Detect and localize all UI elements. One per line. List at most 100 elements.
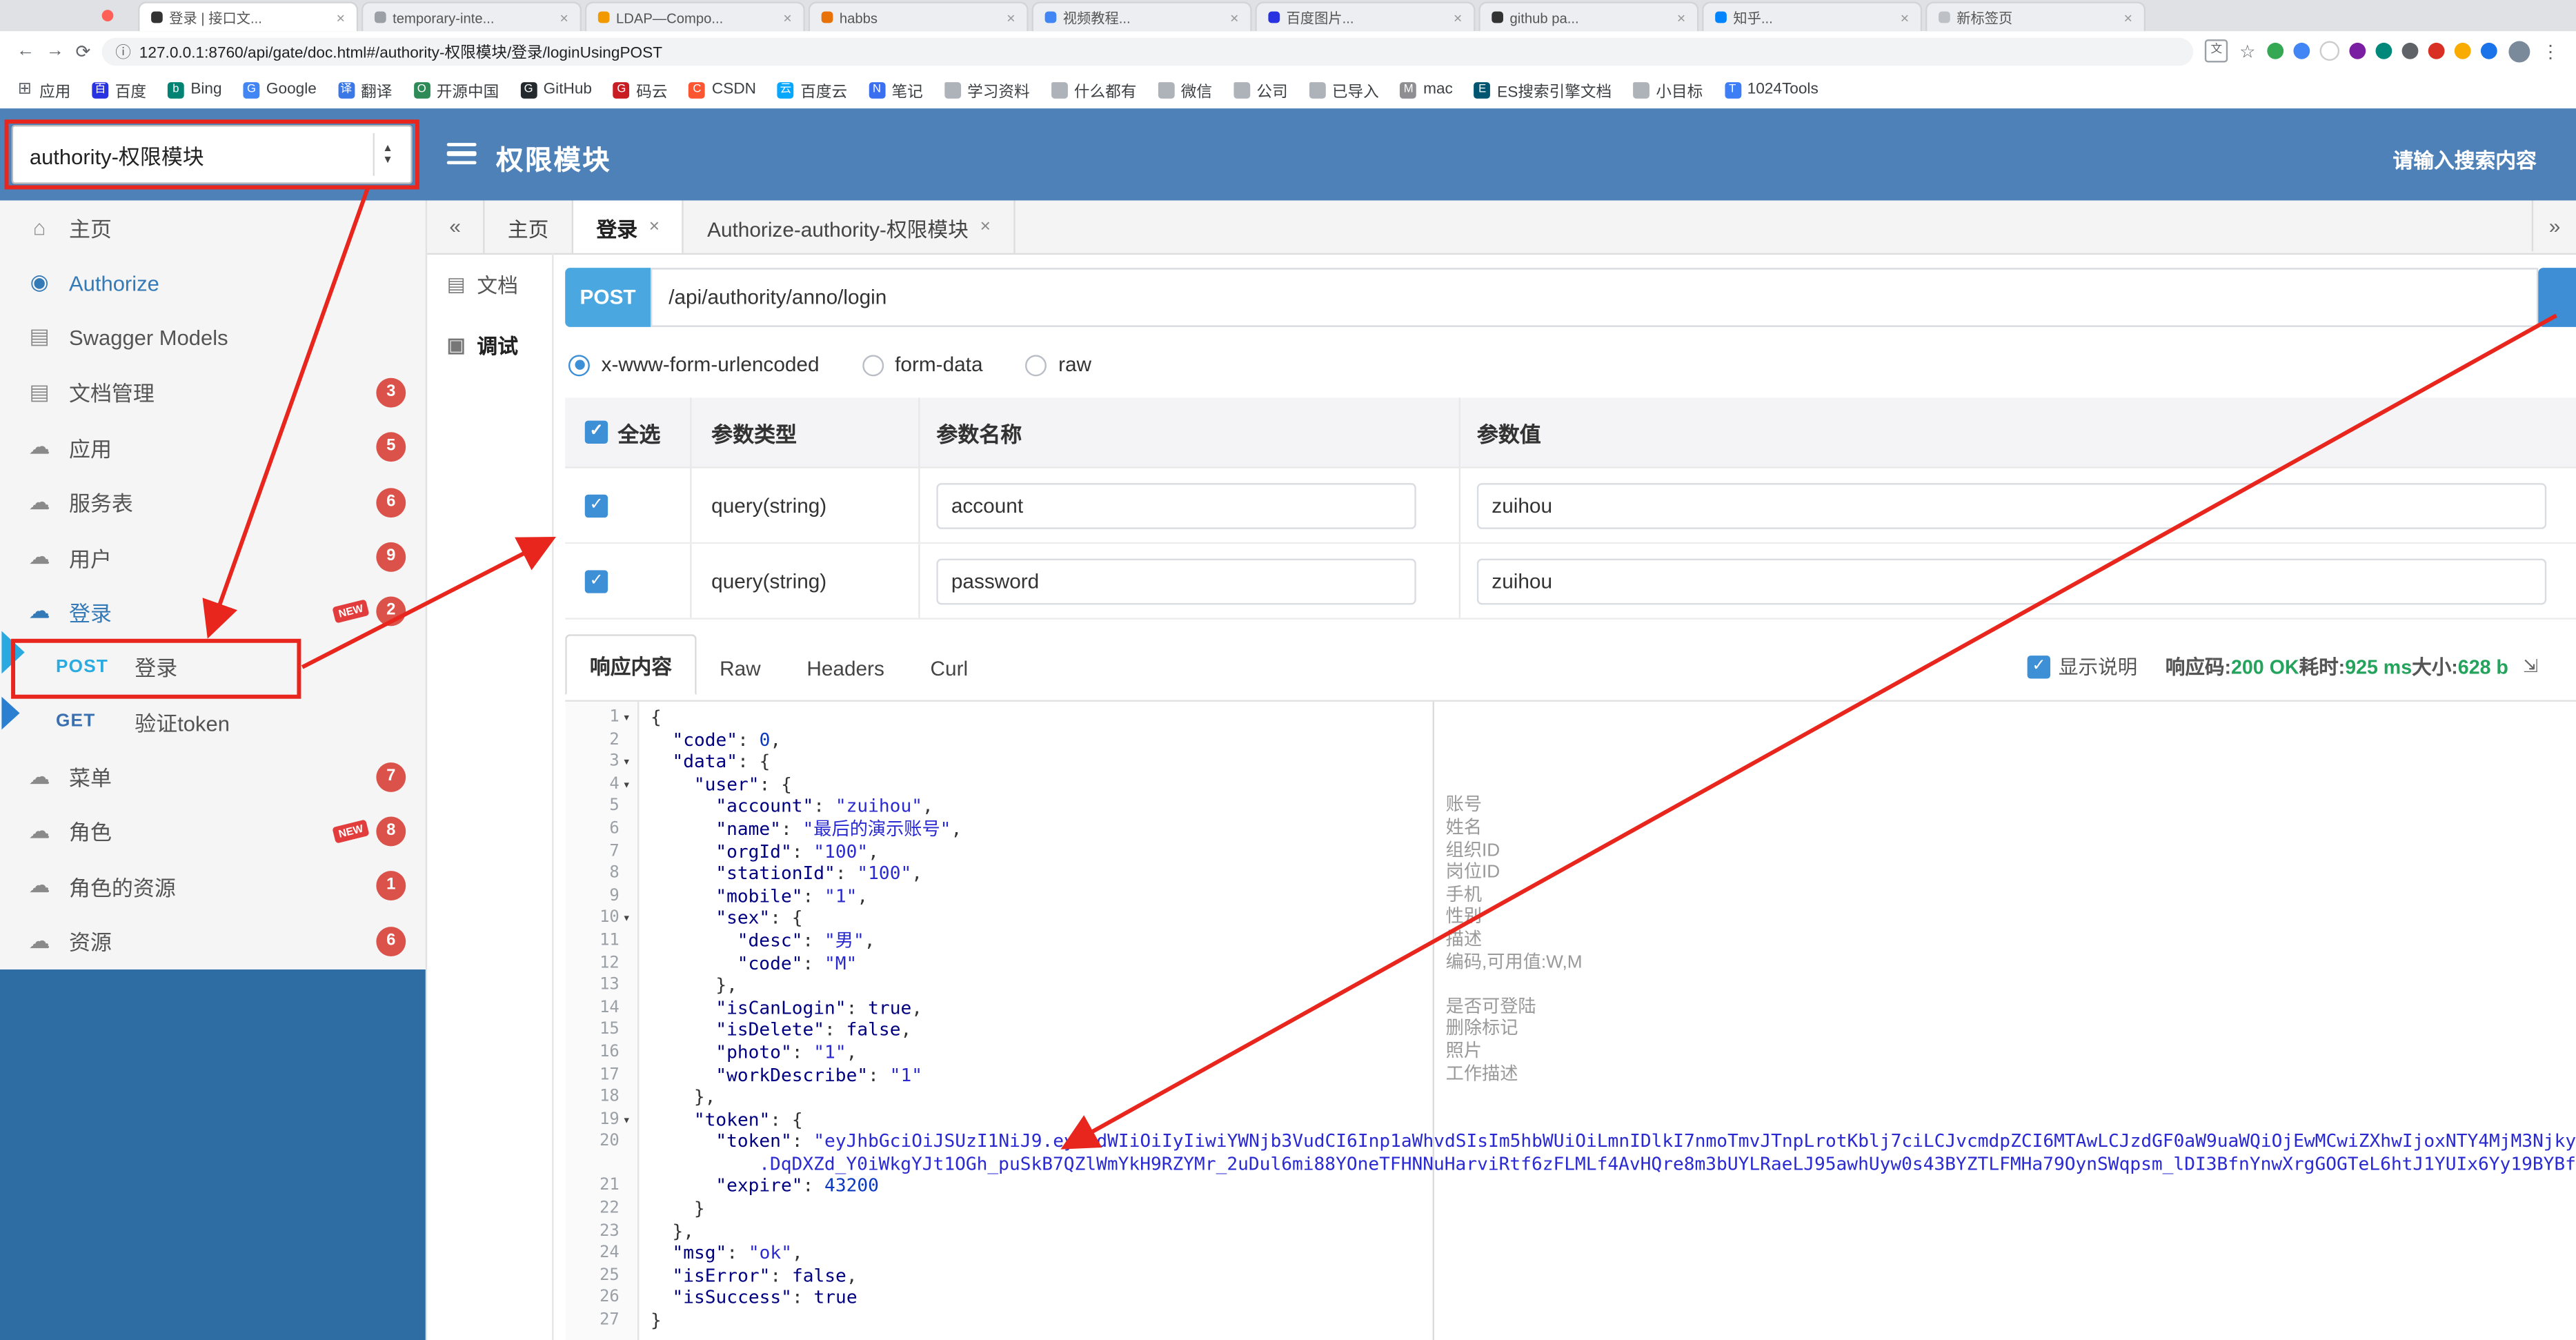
tab-close-icon[interactable]: × (649, 217, 660, 237)
tab-close-icon[interactable]: × (559, 9, 568, 26)
param-name-input[interactable] (936, 558, 1416, 604)
extension-icon[interactable] (2349, 42, 2366, 59)
content-tab-Authorize-authority-权限模块[interactable]: Authorize-authority-权限模块 × (684, 200, 1015, 253)
response-tab-Raw[interactable]: Raw (697, 644, 784, 693)
sidebar-item-Authorize[interactable]: ◉ Authorize (0, 255, 426, 311)
sidebar-item-服务表[interactable]: ☁ 服务表 6 (0, 475, 426, 530)
bookmark-item[interactable]: C CSDN (688, 81, 756, 99)
request-url-input[interactable] (651, 268, 2539, 327)
sidebar-item-用户[interactable]: ☁ 用户 9 (0, 530, 426, 585)
sidebar-item-文档管理[interactable]: ▤ 文档管理 3 (0, 365, 426, 420)
bookmark-item[interactable]: 什么都有 (1051, 78, 1136, 101)
tab-close-icon[interactable]: × (783, 9, 792, 26)
bookmark-item[interactable]: Mmac (1400, 81, 1453, 99)
browser-tab[interactable]: github pa... × (1478, 1, 1699, 32)
extension-icon[interactable] (2267, 42, 2284, 59)
sidebar-item-角色的资源[interactable]: ☁ 角色的资源 1 (0, 859, 426, 914)
bookmark-item[interactable]: ⊞ 应用 (17, 78, 71, 101)
param-value-input[interactable] (1476, 558, 2547, 604)
bookmark-item[interactable]: E ES搜索引擎文档 (1474, 78, 1612, 101)
param-value-input[interactable] (1476, 482, 2547, 529)
collapse-tabs-icon[interactable]: « (427, 200, 485, 253)
sidebar-item-资源[interactable]: ☁ 资源 6 (0, 914, 426, 969)
response-tab-Curl[interactable]: Curl (907, 644, 991, 693)
browser-tab[interactable]: 视频教程... × (1031, 1, 1252, 32)
profile-avatar[interactable] (2508, 40, 2530, 62)
hamburger-icon[interactable] (446, 143, 477, 165)
bookmark-item[interactable]: O 开源中国 (413, 78, 499, 101)
content-tab-主页[interactable]: 主页 (485, 200, 574, 253)
sidebar-item-主页[interactable]: ⌂ 主页 (0, 201, 426, 256)
fold-icon[interactable]: ▾ (623, 1109, 637, 1131)
browser-tab[interactable]: 登录 | 接口文... × (138, 1, 359, 32)
bookmark-item[interactable]: 公司 (1233, 78, 1288, 101)
content-tab-登录[interactable]: 登录 × (573, 200, 684, 253)
doc-tab-文档[interactable]: ▤ 文档 (427, 253, 552, 314)
tab-close-icon[interactable]: × (1677, 9, 1686, 26)
response-tab-Headers[interactable]: Headers (784, 644, 907, 693)
tab-close-icon[interactable]: × (337, 9, 346, 26)
forward-icon[interactable]: → (46, 41, 64, 61)
back-icon[interactable]: ← (17, 41, 34, 61)
extension-icon[interactable] (2319, 41, 2340, 61)
param-name-input[interactable] (936, 482, 1416, 529)
body-type-option[interactable]: raw (1025, 353, 1091, 376)
page-info-icon[interactable]: ⓘ (115, 39, 131, 62)
browser-tab[interactable]: LDAP—Compo... × (584, 1, 805, 32)
sidebar-api-get-验证token[interactable]: GET 验证token (0, 694, 426, 749)
tab-close-icon[interactable]: × (1454, 9, 1463, 26)
browser-tab[interactable]: 百度图片... × (1255, 1, 1476, 32)
fold-icon[interactable]: ▾ (623, 707, 637, 729)
bookmark-item[interactable]: b Bing (167, 81, 222, 99)
bookmark-item[interactable]: T 1024Tools (1724, 81, 1819, 99)
reload-icon[interactable]: ⟳ (76, 40, 91, 62)
browser-menu-icon[interactable]: ⋮ (2542, 40, 2559, 62)
sidebar-item-菜单[interactable]: ☁ 菜单 7 (0, 749, 426, 805)
tab-close-icon[interactable]: × (1007, 9, 1015, 26)
bookmark-item[interactable]: 微信 (1158, 78, 1212, 101)
fold-icon[interactable]: ▾ (623, 907, 637, 929)
body-type-option[interactable]: x-www-form-urlencoded (568, 353, 820, 376)
bookmark-item[interactable]: 译翻译 (337, 78, 392, 101)
tab-close-icon[interactable]: × (1230, 9, 1239, 26)
param-checkbox[interactable]: ✓ (584, 569, 608, 593)
fold-icon[interactable]: ▾ (623, 751, 637, 774)
extension-icon[interactable] (2293, 42, 2310, 59)
sidebar-item-角色[interactable]: ☁ 角色 NEW 8 (0, 804, 426, 859)
browser-tab[interactable]: temporary-inte... × (361, 1, 582, 32)
extension-icon[interactable] (2454, 42, 2471, 59)
body-type-option[interactable]: form-data (862, 353, 983, 376)
expand-response-icon[interactable]: ⇲ (2523, 656, 2538, 678)
fold-icon[interactable]: ▾ (623, 774, 637, 796)
select-stepper-icon[interactable]: ▲ ▼ (373, 132, 401, 176)
browser-tab[interactable]: 知乎... × (1702, 1, 1923, 32)
browser-tab[interactable]: 新标签页 × (1925, 1, 2146, 32)
sidebar-item-登录[interactable]: ☁ 登录 NEW 2 (0, 584, 426, 640)
bookmark-star-icon[interactable]: ☆ (2239, 40, 2256, 62)
bookmark-item[interactable]: N 笔记 (869, 78, 923, 101)
bookmark-item[interactable]: 已导入 (1309, 78, 1379, 101)
bookmark-item[interactable]: 小目标 (1633, 78, 1703, 101)
extension-icon[interactable] (2428, 42, 2445, 59)
select-all-checkbox[interactable]: ✓ (584, 420, 608, 444)
bookmark-item[interactable]: G 码云 (613, 78, 668, 101)
translate-icon[interactable]: 文 (2205, 39, 2228, 63)
module-select[interactable]: authority-权限模块 ▲ ▼ (11, 124, 413, 184)
response-body-editor[interactable]: 1 ▾{2 "code": 0, 3 ▾ "data": {4 ▾ "user": {5 "ac… (565, 700, 2576, 1340)
window-close-button[interactable] (101, 10, 114, 21)
response-tab-响应内容[interactable]: 响应内容 (565, 634, 697, 696)
doc-tab-调试[interactable]: ▣ 调试 (427, 314, 552, 375)
send-button[interactable]: 发送 (2538, 268, 2576, 327)
extension-icon[interactable] (2401, 42, 2419, 59)
bookmark-item[interactable]: 百百度 (92, 78, 146, 101)
tab-close-icon[interactable]: × (980, 217, 991, 237)
browser-tab[interactable]: habbs × (808, 1, 1029, 32)
tab-close-icon[interactable]: × (1901, 9, 1910, 26)
extension-icon[interactable] (2480, 42, 2497, 59)
expand-tabs-icon[interactable]: » (2531, 200, 2576, 252)
show-description-checkbox[interactable]: ✓ (2027, 654, 2051, 678)
extension-icon[interactable] (2375, 42, 2392, 59)
sidebar-item-Swagger Models[interactable]: ▤ Swagger Models (0, 311, 426, 366)
sidebar-api-post-登录[interactable]: POST 登录 (0, 640, 426, 695)
bookmark-item[interactable]: 学习资料 (944, 78, 1030, 101)
